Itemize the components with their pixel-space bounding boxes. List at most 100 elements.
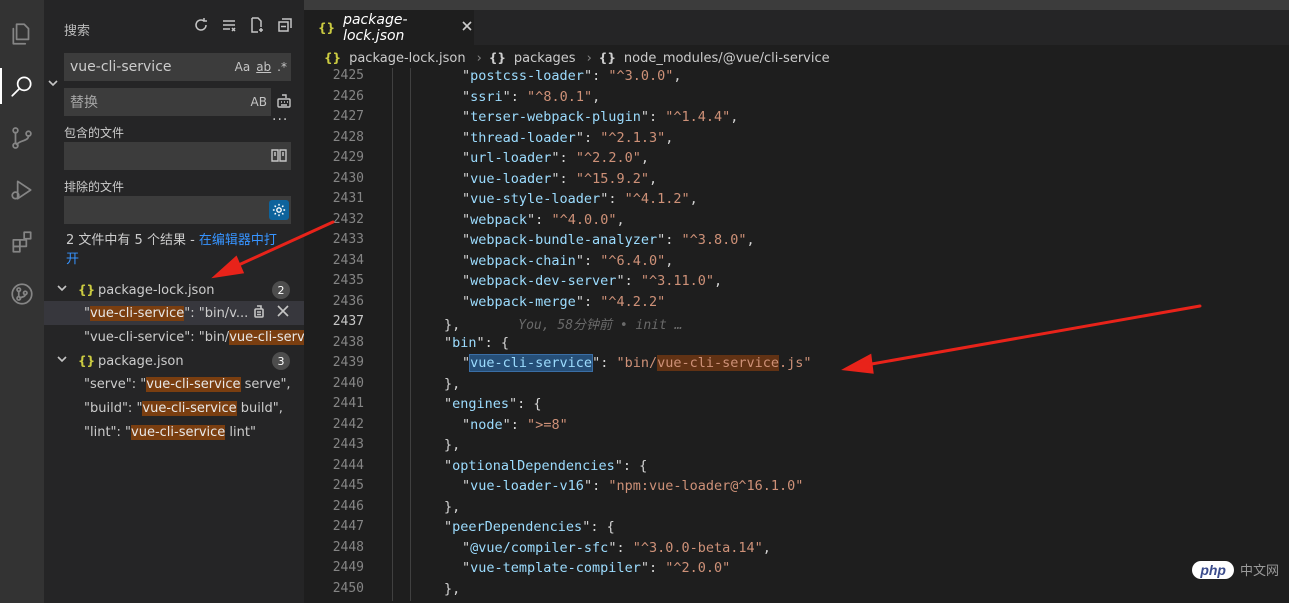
run-debug-icon[interactable] [0, 168, 44, 212]
match-highlight: vue-cli-service [131, 424, 226, 440]
code-value: ^8.0.1 [535, 88, 584, 105]
code-line: "vue-cli-service": "bin/vue-cli-service.… [462, 354, 812, 372]
match-text-pre: "build": " [84, 400, 143, 416]
code-line: "webpack-bundle-analyzer": "^3.8.0", [462, 232, 755, 248]
match-case-toggle[interactable]: Aa [235, 60, 251, 74]
match-highlight: vue-cli-service [142, 400, 237, 416]
line-number: 2432 [332, 211, 364, 227]
search-match[interactable]: "serve": "vue-cli-service serve", [44, 372, 304, 396]
chevron-down-icon[interactable] [56, 353, 72, 369]
result-file-package[interactable]: {} package.json 3 [44, 350, 304, 372]
git-graph-icon[interactable] [0, 272, 44, 316]
search-match[interactable]: "vue-cli-service": "bin/vue-cli-serv... [44, 325, 304, 349]
code-key: thread-loader [470, 129, 576, 146]
refresh-icon[interactable] [192, 16, 210, 34]
match-count-badge: 3 [272, 352, 290, 370]
result-file-name: package.json [98, 353, 184, 369]
breadcrumb-item[interactable]: packages [514, 51, 576, 66]
dismiss-icon[interactable] [276, 304, 290, 322]
code-key: ssri [470, 88, 503, 105]
results-summary: 2 文件中有 5 个结果 - 在编辑器中打开 [66, 231, 286, 269]
regex-toggle[interactable]: .* [277, 60, 287, 74]
include-files-label: 包含的文件 [64, 126, 125, 140]
line-number: 2431 [332, 191, 364, 206]
code-key: node [470, 416, 503, 433]
line-number: 2430 [332, 170, 364, 186]
gear-icon[interactable] [269, 200, 289, 220]
line-number: 2442 [332, 416, 364, 432]
line-number: 2427 [332, 109, 364, 124]
line-number: 2448 [332, 539, 364, 555]
search-input-value: vue-cli-service [70, 59, 172, 75]
chevron-right-icon: › [586, 50, 592, 66]
search-input[interactable]: vue-cli-service Aa ab .* [64, 53, 291, 81]
search-options: Aa ab .* [235, 60, 291, 74]
code-line: "peerDependencies": { [444, 519, 615, 535]
code-line: "vue-loader-v16": "npm:vue-loader@^16.1.… [462, 478, 804, 494]
line-number: 2433 [332, 232, 364, 247]
tab-package-lock[interactable]: {} package-lock.json [304, 10, 474, 45]
code-line: "node": ">=8" [462, 416, 568, 433]
collapse-all-icon[interactable] [276, 16, 294, 34]
code-key: terser-webpack-plugin [470, 109, 641, 125]
toggle-search-details[interactable]: ··· [272, 112, 288, 128]
line-number: 2428 [332, 129, 364, 145]
code-value: ^4.0.0 [559, 211, 609, 228]
chevron-down-icon[interactable] [56, 282, 72, 298]
line-number: 2436 [332, 293, 364, 309]
title-bar-strip [304, 0, 1289, 10]
whole-word-toggle[interactable]: ab [256, 60, 271, 74]
code-line: "vue-template-compiler": "^2.0.0" [462, 560, 731, 576]
replace-input[interactable]: 替换 AB [64, 88, 271, 116]
code-value: ^3.11.0 [648, 273, 706, 289]
search-match[interactable]: "lint": "vue-cli-service lint" [44, 420, 304, 444]
sidebar-title: 搜索 [64, 24, 91, 39]
code-value: ^2.0.0 [673, 560, 723, 576]
code-punct: }, [444, 317, 461, 333]
code-value: ^1.4.4 [673, 109, 723, 125]
tab-label: package-lock.json [343, 11, 408, 44]
preserve-case-toggle[interactable]: AB [251, 95, 267, 109]
clear-results-icon[interactable] [220, 16, 238, 34]
line-number: 2449 [332, 560, 364, 575]
replace-match-icon[interactable] [252, 304, 266, 322]
activity-bar [0, 0, 44, 603]
line-number: 2447 [332, 519, 364, 534]
code-key: vue-style-loader [470, 191, 601, 207]
result-file-package-lock[interactable]: {} package-lock.json 2 [44, 279, 304, 301]
new-search-editor-icon[interactable] [248, 16, 266, 34]
code-line: "url-loader": "^2.2.0", [462, 150, 650, 166]
exclude-files-label: 排除的文件 [64, 180, 125, 194]
toggle-replace-chevron-icon[interactable] [46, 76, 62, 92]
sidebar-actions [192, 16, 294, 34]
source-control-icon[interactable] [0, 116, 44, 160]
line-number: 2441 [332, 396, 364, 411]
breadcrumb: {} package-lock.json › {} packages › {} … [304, 45, 1289, 71]
code-value: ^3.0.0-beta.14 [640, 539, 755, 556]
breadcrumb-item[interactable]: node_modules/@vue/cli-service [624, 51, 830, 66]
include-files-input[interactable] [64, 142, 291, 170]
code-line: "webpack-merge": "^4.2.2" [462, 293, 666, 310]
replace-all-icon[interactable] [276, 93, 292, 109]
exclude-files-input[interactable] [64, 196, 291, 224]
json-file-icon: {} [318, 20, 336, 35]
code-value: >=8 [535, 416, 560, 433]
extensions-icon[interactable] [0, 220, 44, 264]
code-line: "engines": { [444, 396, 542, 412]
search-match[interactable]: "build": "vue-cli-service build", [44, 396, 304, 420]
line-number: 2440 [332, 375, 364, 391]
watermark-text: 中文网 [1239, 564, 1279, 579]
explorer-icon[interactable] [0, 12, 44, 56]
search-match[interactable]: "vue-cli-service": "bin/v... [44, 301, 304, 325]
code-value: ^4.1.2 [632, 191, 682, 207]
indent-guide [392, 68, 393, 601]
book-icon[interactable] [271, 147, 287, 166]
line-number: 2446 [332, 498, 364, 514]
close-icon[interactable] [460, 19, 474, 37]
code-line: "vue-style-loader": "^4.1.2", [462, 191, 698, 207]
code-key: webpack-chain [470, 252, 576, 269]
code-punct: }, [444, 437, 461, 453]
breadcrumb-item[interactable]: package-lock.json [349, 51, 466, 66]
search-icon[interactable] [0, 64, 44, 108]
code-line: }, You, 58分钟前 • init … [444, 314, 683, 334]
